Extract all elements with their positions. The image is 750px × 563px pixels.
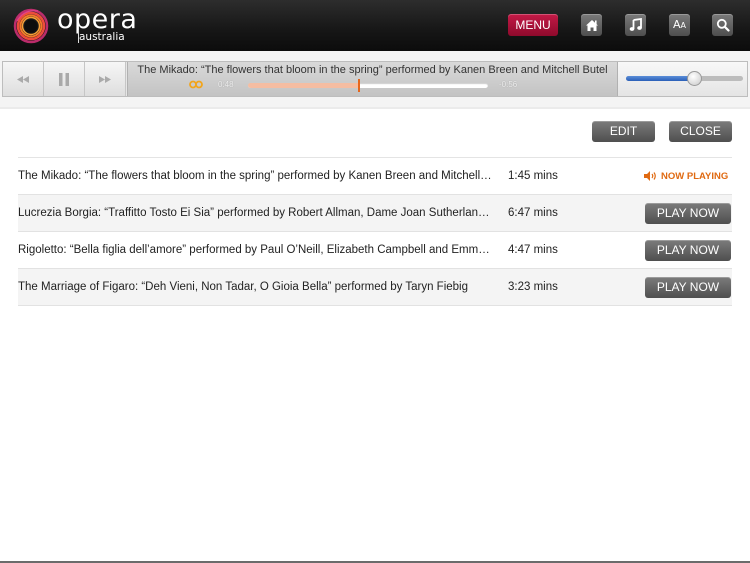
repeat-icon[interactable] bbox=[189, 80, 203, 89]
text-size-button[interactable]: AA bbox=[669, 14, 690, 36]
track-info: The Mikado: “The flowers that bloom in t… bbox=[127, 62, 618, 96]
track-duration: 6:47 mins bbox=[508, 207, 558, 219]
pause-button[interactable] bbox=[44, 62, 85, 96]
volume-handle[interactable] bbox=[686, 71, 702, 86]
menu-button[interactable]: MENU bbox=[508, 14, 558, 36]
divider bbox=[0, 107, 750, 109]
logo-subtitle: australia bbox=[79, 31, 125, 43]
playlist-row[interactable]: The Marriage of Figaro: “Deh Vieni, Non … bbox=[18, 269, 732, 306]
search-button[interactable] bbox=[712, 14, 733, 36]
music-button[interactable] bbox=[625, 14, 646, 36]
track-duration: 3:23 mins bbox=[508, 281, 558, 293]
fast-forward-button[interactable] bbox=[85, 62, 126, 96]
track-title: The Marriage of Figaro: “Deh Vieni, Non … bbox=[18, 281, 468, 293]
playlist: The Mikado: “The flowers that bloom in t… bbox=[18, 157, 732, 306]
play-now-button[interactable]: PLAY NOW bbox=[645, 240, 731, 261]
track-duration: 4:47 mins bbox=[508, 244, 558, 256]
rewind-button[interactable] bbox=[3, 62, 44, 96]
track-title: Lucrezia Borgia: “Traffitto Tosto Ei Sia… bbox=[18, 207, 493, 219]
fast-forward-icon bbox=[99, 75, 111, 83]
opera-australia-logo-icon[interactable] bbox=[12, 7, 50, 45]
now-playing-label: NOW PLAYING bbox=[661, 171, 729, 182]
home-icon bbox=[585, 19, 598, 31]
rewind-icon bbox=[17, 75, 29, 83]
text-size-icon: AA bbox=[672, 18, 686, 31]
elapsed-time: 0:48 bbox=[218, 80, 234, 89]
now-playing-indicator: NOW PLAYING bbox=[644, 158, 728, 195]
play-now-button[interactable]: PLAY NOW bbox=[645, 203, 731, 224]
progress-slider[interactable] bbox=[248, 79, 488, 92]
audio-player: The Mikado: “The flowers that bloom in t… bbox=[2, 61, 748, 97]
home-button[interactable] bbox=[581, 14, 602, 36]
logo-wordmark: opera bbox=[57, 4, 138, 35]
track-title: The Mikado: “The flowers that bloom in t… bbox=[18, 170, 493, 182]
app-header: opera australia MENU AA bbox=[0, 0, 750, 51]
edit-button[interactable]: EDIT bbox=[592, 121, 655, 142]
volume-slider[interactable] bbox=[626, 71, 743, 86]
play-now-button[interactable]: PLAY NOW bbox=[645, 277, 731, 298]
music-note-icon bbox=[629, 18, 642, 31]
progress-fill bbox=[248, 83, 359, 88]
track-duration: 1:45 mins bbox=[508, 170, 558, 182]
player-bar-container: The Mikado: “The flowers that bloom in t… bbox=[0, 51, 750, 107]
speaker-icon bbox=[644, 171, 656, 181]
progress-handle[interactable] bbox=[358, 79, 361, 92]
playlist-row[interactable]: Lucrezia Borgia: “Traffitto Tosto Ei Sia… bbox=[18, 195, 732, 232]
track-title: Rigoletto: “Bella figlia dell’amore” per… bbox=[18, 244, 493, 256]
remaining-time: -0:56 bbox=[499, 80, 518, 89]
now-playing-title: The Mikado: “The flowers that bloom in t… bbox=[137, 64, 608, 76]
pause-icon bbox=[59, 72, 69, 86]
search-icon bbox=[716, 18, 730, 32]
playlist-row[interactable]: Rigoletto: “Bella figlia dell’amore” per… bbox=[18, 232, 732, 269]
close-button[interactable]: CLOSE bbox=[669, 121, 732, 142]
volume-fill bbox=[626, 76, 694, 81]
volume-control bbox=[618, 62, 747, 96]
playlist-row[interactable]: The Mikado: “The flowers that bloom in t… bbox=[18, 158, 732, 195]
